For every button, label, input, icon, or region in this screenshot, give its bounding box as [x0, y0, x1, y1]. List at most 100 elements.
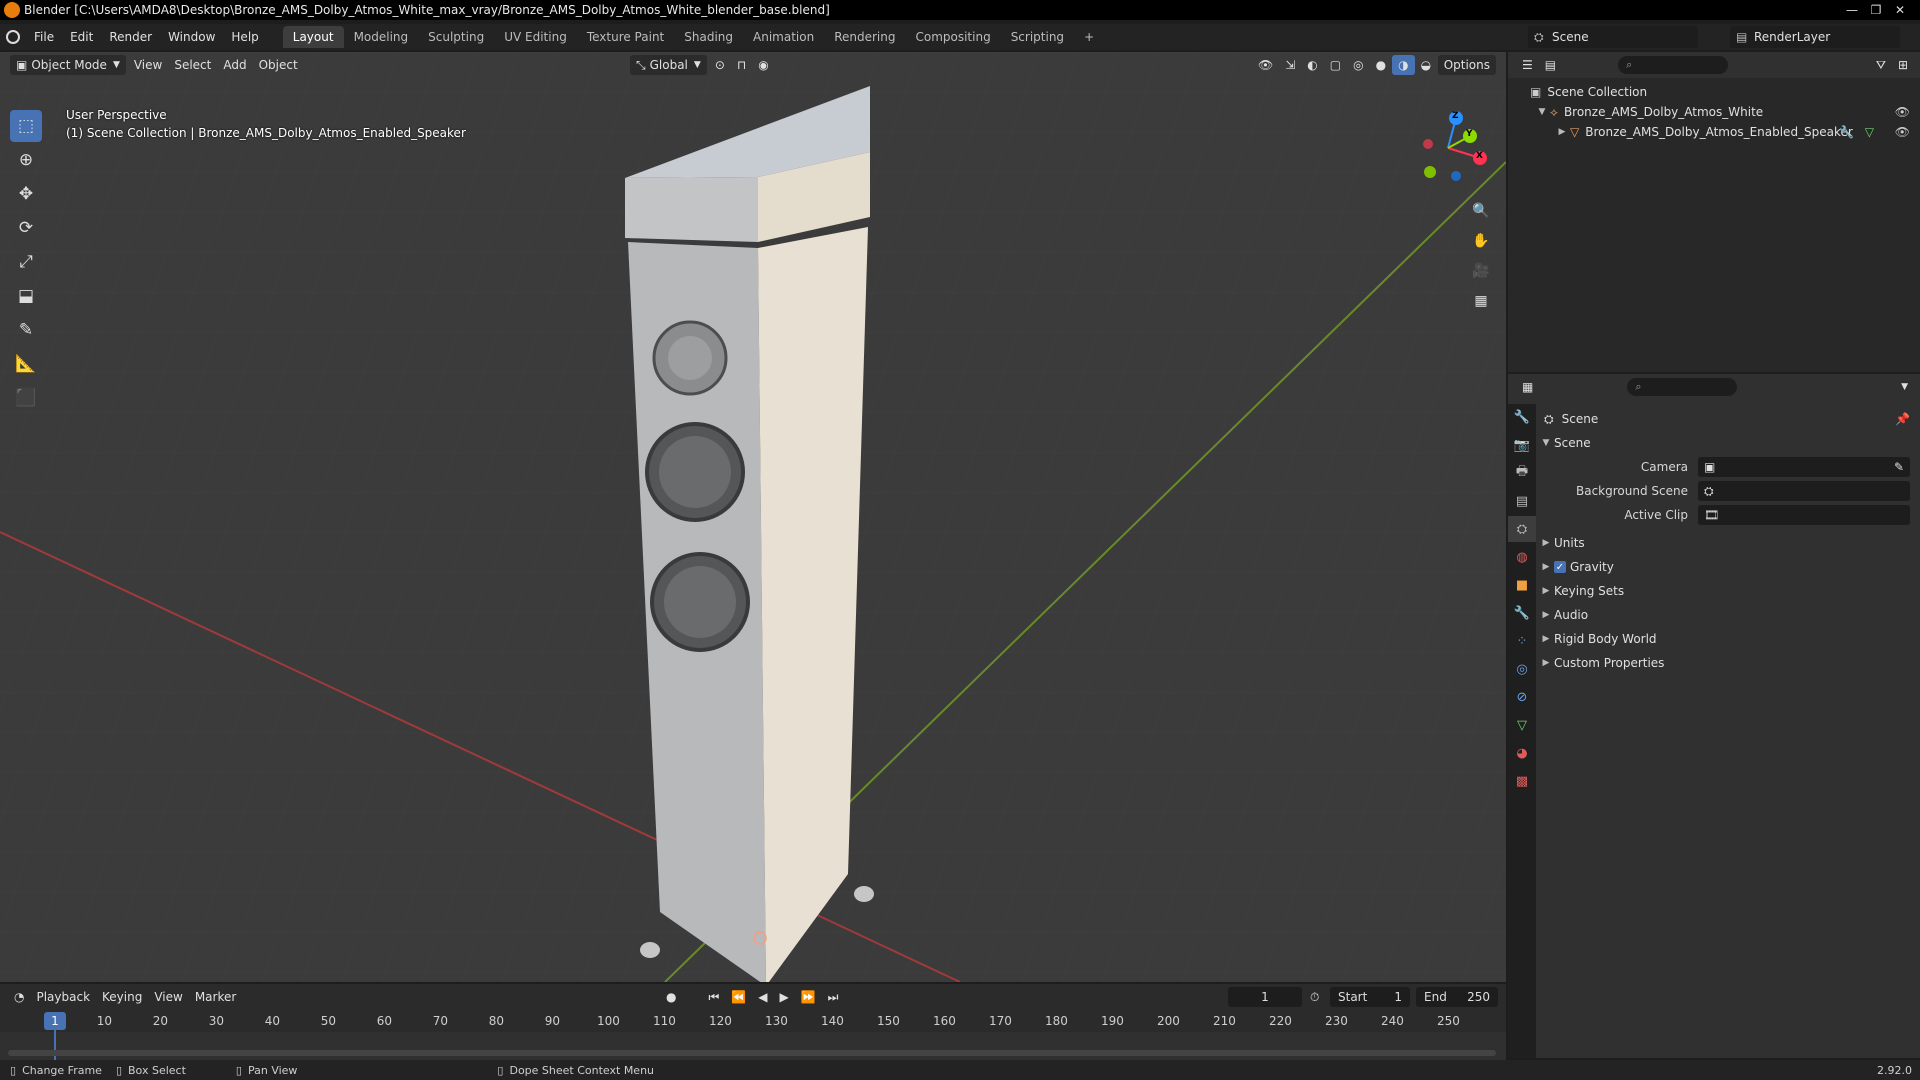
jump-start-icon[interactable]: ⏮: [702, 987, 725, 1007]
tab-layout[interactable]: Layout: [282, 26, 344, 48]
material-shading-icon[interactable]: ◑: [1392, 55, 1415, 75]
view-layer-tab-icon[interactable]: ▤: [1508, 488, 1536, 514]
proportional-edit-icon[interactable]: ◉: [752, 55, 774, 75]
physics-tab-icon[interactable]: ◎: [1508, 656, 1536, 682]
tab-uv-editing[interactable]: UV Editing: [494, 26, 577, 48]
blender-menu-icon[interactable]: [0, 26, 26, 48]
start-frame-field[interactable]: Start 1: [1330, 987, 1410, 1007]
menu-help[interactable]: Help: [223, 26, 266, 48]
add-cube-tool[interactable]: ⬛: [10, 382, 42, 414]
new-collection-icon[interactable]: ⊞: [1892, 55, 1914, 75]
menu-window[interactable]: Window: [160, 26, 223, 48]
overlay-toggle-icon[interactable]: ◐: [1301, 55, 1323, 75]
maximize-button[interactable]: ❐: [1864, 1, 1888, 19]
play-reverse-icon[interactable]: ◀: [752, 987, 773, 1007]
record-icon[interactable]: ●: [660, 987, 682, 1007]
editor-type-properties-icon[interactable]: ▦: [1516, 377, 1539, 397]
tab-shading[interactable]: Shading: [674, 26, 743, 48]
add-workspace-button[interactable]: +: [1074, 26, 1104, 48]
panel-header-rigid-body-world[interactable]: ▶ Rigid Body World: [1538, 628, 1920, 650]
expand-arrow-icon[interactable]: ▶: [1554, 127, 1570, 137]
xray-icon[interactable]: ▢: [1324, 55, 1347, 75]
world-tab-icon[interactable]: ◍: [1508, 544, 1536, 570]
texture-tab-icon[interactable]: ▩: [1508, 768, 1536, 794]
visibility-eye-icon[interactable]: 👁: [1895, 105, 1910, 119]
jump-end-icon[interactable]: ⏭: [822, 987, 845, 1007]
tab-texture-paint[interactable]: Texture Paint: [577, 26, 674, 48]
select-box-tool[interactable]: ⬚: [10, 110, 42, 142]
camera-field[interactable]: ▣ ✎: [1698, 457, 1910, 477]
viewport-menu-add[interactable]: Add: [217, 55, 252, 75]
timeline-menu-playback[interactable]: Playback: [30, 987, 96, 1007]
particles-tab-icon[interactable]: ⁘: [1508, 628, 1536, 654]
cursor-tool[interactable]: ⊕: [10, 144, 42, 176]
pivot-point-icon[interactable]: ⊙: [709, 55, 731, 75]
viewport-menu-view[interactable]: View: [128, 55, 168, 75]
rendered-shading-icon[interactable]: ◒: [1415, 55, 1437, 75]
timeline-menu-view[interactable]: View: [148, 987, 188, 1007]
frame-ruler[interactable]: 10 20 30 40 50 60 70 80 90 100 110 120 130 140 150 160 1…: [0, 1010, 1506, 1032]
modifier-tab-icon[interactable]: 🔧: [1508, 600, 1536, 626]
properties-search-input[interactable]: ⌕: [1627, 378, 1738, 396]
editor-type-outliner-icon[interactable]: ☰: [1516, 55, 1539, 75]
mode-selector[interactable]: ▣ Object Mode ▼: [10, 55, 126, 75]
scene-selector[interactable]: ⛭ Scene: [1528, 26, 1698, 48]
outliner[interactable]: ☰ ▤ ⌕ ⛛ ⊞ ▣ Scene Collection ▼ ⟡ Bronze_…: [1508, 52, 1920, 372]
menu-render[interactable]: Render: [101, 26, 160, 48]
filter-icon[interactable]: ⛛: [1870, 55, 1892, 75]
annotate-tool[interactable]: ✎: [10, 314, 42, 346]
panel-header-scene[interactable]: ▼ Scene: [1538, 432, 1920, 454]
close-button[interactable]: ✕: [1888, 1, 1912, 19]
timeline-menu-marker[interactable]: Marker: [189, 987, 242, 1007]
ortho-toggle-icon[interactable]: ▦: [1468, 288, 1494, 314]
render-tab-icon[interactable]: 📷: [1508, 432, 1536, 458]
background-scene-field[interactable]: ⛭: [1698, 481, 1910, 501]
scene-tab-icon[interactable]: ⛭: [1508, 516, 1536, 542]
properties-editor[interactable]: ▦ ⌕ ▼ 🔧 📷 🖶 ▤ ⛭ ◍ ■ 🔧 ⁘ ◎ ⊘ ▽ ◕ ▩ ⛭ Scen…: [1508, 374, 1920, 1058]
active-clip-field[interactable]: 🎞: [1698, 505, 1910, 525]
rotate-tool[interactable]: ⟳: [10, 212, 42, 244]
viewport-menu-select[interactable]: Select: [168, 55, 217, 75]
output-tab-icon[interactable]: 🖶: [1508, 460, 1536, 486]
timeline[interactable]: ◔ Playback Keying View Marker ● ⏮ ⏪ ◀ ▶ …: [0, 984, 1506, 1068]
transform-orientation[interactable]: ⤡ Global ▼: [630, 55, 707, 75]
panel-header-audio[interactable]: ▶ Audio: [1538, 604, 1920, 626]
outliner-row-collection[interactable]: ▼ ⟡ Bronze_AMS_Dolby_Atmos_White 👁: [1508, 102, 1920, 122]
options-dropdown[interactable]: Options: [1437, 55, 1496, 75]
object-tab-icon[interactable]: ■: [1508, 572, 1536, 598]
timeline-scrollbar[interactable]: [8, 1050, 1496, 1056]
jump-keyframe-forward-icon[interactable]: ⏩: [795, 987, 822, 1007]
pin-icon[interactable]: 📌: [1895, 412, 1910, 426]
solid-shading-icon[interactable]: ●: [1370, 55, 1392, 75]
camera-view-icon[interactable]: 🎥: [1468, 258, 1494, 284]
eyedropper-icon[interactable]: ✎: [1894, 460, 1904, 474]
tool-tab-icon[interactable]: 🔧: [1508, 404, 1536, 430]
measure-tool[interactable]: 📐: [10, 348, 42, 380]
scale-tool[interactable]: ⤢: [10, 246, 42, 278]
3d-viewport[interactable]: ▣ Object Mode ▼ View Select Add Object ⤡…: [0, 52, 1506, 982]
constraints-tab-icon[interactable]: ⊘: [1508, 684, 1536, 710]
panel-header-units[interactable]: ▶ Units: [1538, 532, 1920, 554]
tab-modeling[interactable]: Modeling: [344, 26, 419, 48]
zoom-icon[interactable]: 🔍: [1468, 198, 1494, 224]
navigation-gizmo[interactable]: Z X Y: [1408, 108, 1488, 188]
visibility-eye-icon[interactable]: 👁: [1895, 125, 1910, 139]
timeline-menu-keying[interactable]: Keying: [96, 987, 148, 1007]
stopwatch-icon[interactable]: ⏱: [1304, 987, 1325, 1007]
material-tab-icon[interactable]: ◕: [1508, 740, 1536, 766]
play-icon[interactable]: ▶: [773, 987, 794, 1007]
tab-rendering[interactable]: Rendering: [824, 26, 905, 48]
current-frame-indicator[interactable]: 1: [44, 1012, 66, 1030]
transform-tool[interactable]: ⬓: [10, 280, 42, 312]
display-mode-icon[interactable]: ▤: [1539, 55, 1562, 75]
tab-animation[interactable]: Animation: [743, 26, 824, 48]
outliner-search-input[interactable]: ⌕: [1618, 56, 1729, 74]
view-layer-selector[interactable]: ▤ RenderLayer: [1730, 26, 1900, 48]
end-frame-field[interactable]: End 250: [1416, 987, 1498, 1007]
current-frame-field[interactable]: 1: [1228, 987, 1302, 1007]
tab-sculpting[interactable]: Sculpting: [418, 26, 494, 48]
menu-edit[interactable]: Edit: [62, 26, 101, 48]
jump-keyframe-back-icon[interactable]: ⏪: [725, 987, 752, 1007]
tab-compositing[interactable]: Compositing: [905, 26, 1000, 48]
outliner-row-object[interactable]: ▶ ▽ Bronze_AMS_Dolby_Atmos_Enabled_Speak…: [1508, 122, 1920, 142]
